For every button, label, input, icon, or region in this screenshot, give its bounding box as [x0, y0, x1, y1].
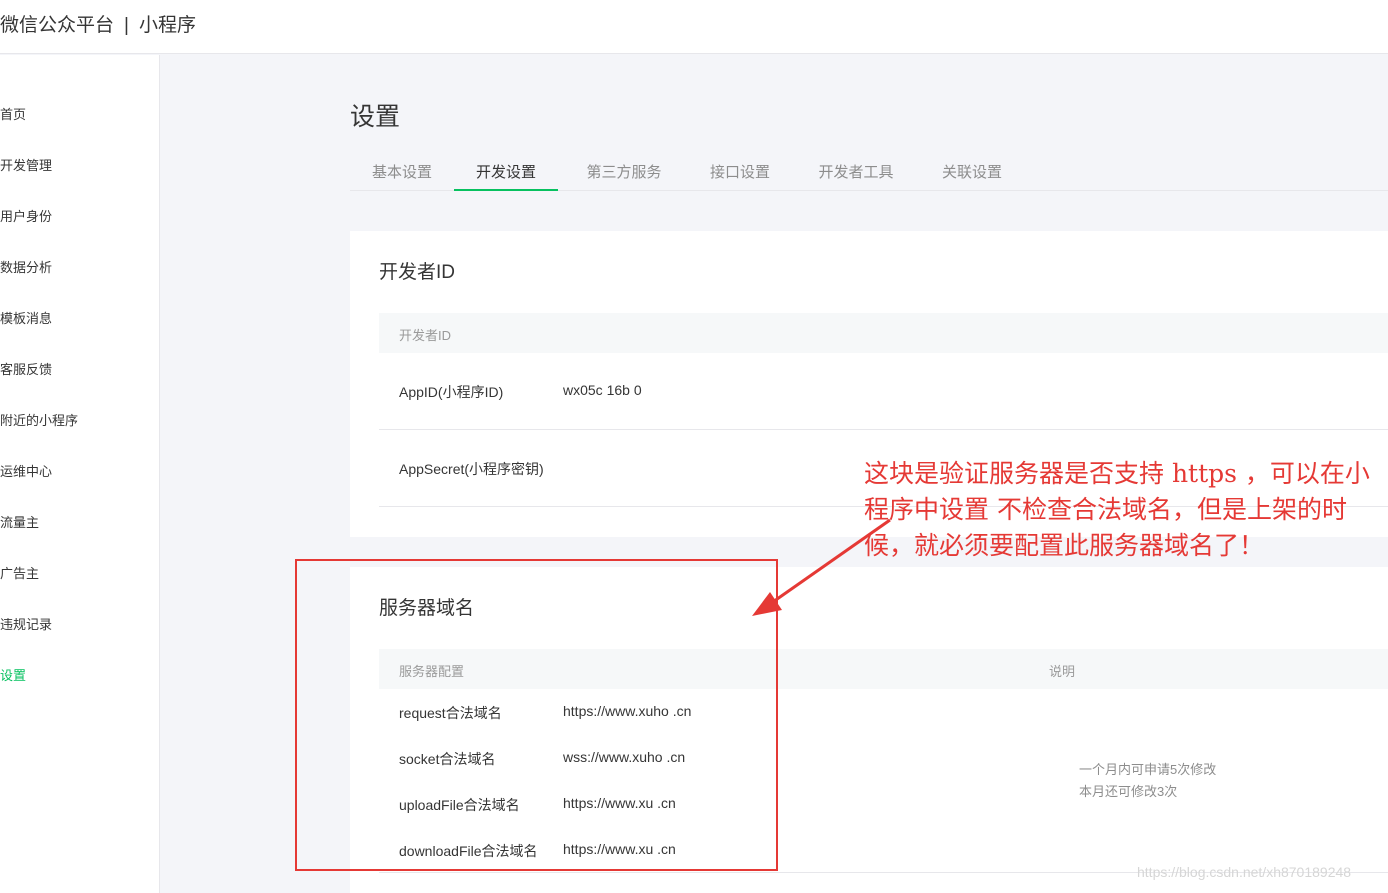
top-bar: 微信公众平台 | 小程序: [0, 0, 1388, 54]
developer-id-header-label: 开发者ID: [399, 328, 452, 343]
page-title: 设置: [350, 103, 401, 131]
sidebar-item-home[interactable]: 首页: [0, 104, 26, 123]
sidebar-item-nearby-miniprogram[interactable]: 附近的小程序: [0, 410, 78, 429]
tab-dev-tools[interactable]: 开发者工具: [796, 147, 916, 191]
sidebar-item-advertiser[interactable]: 广告主: [0, 563, 39, 582]
sidebar-item-dev-management[interactable]: 开发管理: [0, 155, 52, 174]
appid-value[interactable]: wx05c 16b 0: [563, 382, 642, 398]
tab-interface-settings[interactable]: 接口设置: [684, 147, 796, 191]
sidebar-item-template-messages[interactable]: 模板消息: [0, 308, 52, 327]
highlight-box: [295, 559, 778, 871]
sidebar-item-user-identity[interactable]: 用户身份: [0, 206, 52, 225]
sidebar-item-ops-center[interactable]: 运维中心: [0, 461, 52, 480]
sidebar-item-customer-feedback[interactable]: 客服反馈: [0, 359, 52, 378]
tab-dev-settings[interactable]: 开发设置: [454, 147, 558, 191]
product-name: 小程序: [138, 15, 196, 36]
modification-note-line2: 本月还可修改3次: [1079, 784, 1178, 799]
watermark: https://blog.csdn.net/xh870189248: [1137, 864, 1352, 880]
tab-related-settings[interactable]: 关联设置: [916, 147, 1028, 191]
tab-basic-settings[interactable]: 基本设置: [350, 147, 454, 191]
brand[interactable]: 微信公众平台 | 小程序: [0, 10, 196, 37]
appid-row: AppID(小程序ID) wx05c 16b 0: [379, 353, 1388, 430]
sidebar-item-traffic-master[interactable]: 流量主: [0, 512, 39, 531]
sidebar: 首页 开发管理 用户身份 数据分析 模板消息 客服反馈 附近的小程序 运维中心 …: [0, 55, 160, 893]
appid-label: AppID(小程序ID): [399, 384, 504, 400]
developer-id-title: 开发者ID: [379, 262, 456, 283]
modification-note-line1: 一个月内可申请5次修改: [1079, 762, 1217, 777]
brand-separator: |: [124, 15, 129, 36]
tab-bar: 基本设置 开发设置 第三方服务 接口设置 开发者工具 关联设置: [350, 147, 1388, 191]
tab-third-party[interactable]: 第三方服务: [564, 147, 684, 191]
developer-id-table-header: 开发者ID: [379, 313, 1388, 353]
annotation-text: 这块是验证服务器是否支持 https ，可以在小程序中设置 不检查合法域名，但是…: [864, 459, 1370, 560]
modification-note: 一个月内可申请5次修改 本月还可修改3次: [1079, 759, 1216, 803]
sidebar-item-violations[interactable]: 违规记录: [0, 614, 52, 633]
sidebar-item-settings[interactable]: 设置: [0, 665, 26, 684]
appsecret-label: AppSecret(小程序密钥): [399, 461, 544, 477]
sidebar-item-data-analysis[interactable]: 数据分析: [0, 257, 52, 276]
note-column-header: 说明: [1049, 664, 1076, 679]
brand-name: 微信公众平台: [0, 15, 115, 36]
